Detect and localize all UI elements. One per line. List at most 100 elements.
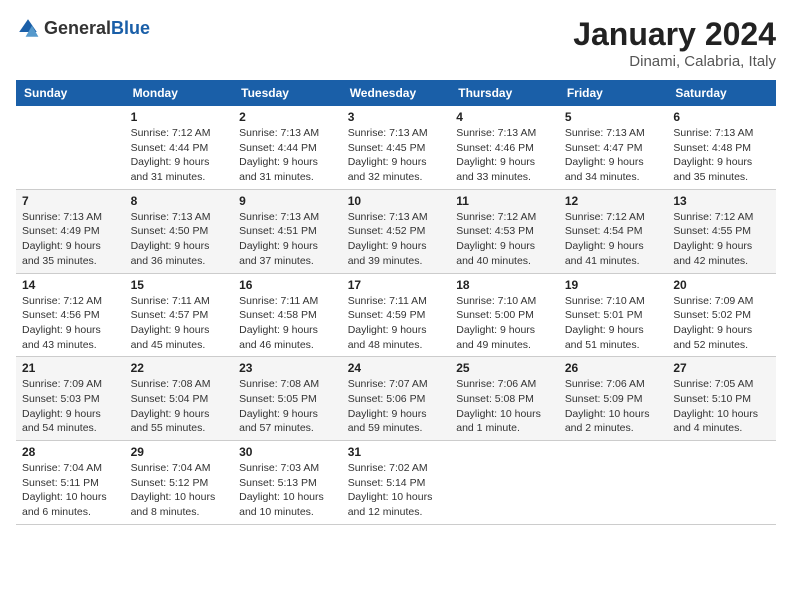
calendar-cell: 13 Sunrise: 7:12 AM Sunset: 4:55 PM Dayli… [667,189,776,273]
day-info: Sunrise: 7:12 AM Sunset: 4:44 PM Dayligh… [131,126,228,185]
day-number: 16 [239,278,336,292]
day-number: 28 [22,445,119,459]
weekday-header-friday: Friday [559,80,668,106]
calendar-cell [559,441,668,525]
weekday-header-saturday: Saturday [667,80,776,106]
day-info: Sunrise: 7:03 AM Sunset: 5:13 PM Dayligh… [239,461,336,520]
day-number: 17 [348,278,445,292]
day-info: Sunrise: 7:11 AM Sunset: 4:57 PM Dayligh… [131,294,228,353]
calendar-cell: 2Sunrise: 7:13 AM Sunset: 4:44 PM Daylig… [233,106,342,189]
calendar-table: SundayMondayTuesdayWednesdayThursdayFrid… [16,80,776,525]
weekday-header-tuesday: Tuesday [233,80,342,106]
calendar-cell: 28Sunrise: 7:04 AM Sunset: 5:11 PM Dayli… [16,441,125,525]
calendar-cell: 4 Sunrise: 7:13 AM Sunset: 4:46 PM Daylig… [450,106,559,189]
day-number: 31 [348,445,445,459]
day-info: Sunrise: 7:06 AM Sunset: 5:09 PM Dayligh… [565,377,662,436]
calendar-cell: 15 Sunrise: 7:11 AM Sunset: 4:57 PM Dayli… [125,273,234,357]
day-number: 8 [131,194,228,208]
day-info: Sunrise: 7:13 AM Sunset: 4:50 PM Dayligh… [131,210,228,269]
calendar-cell: 12 Sunrise: 7:12 AM Sunset: 4:54 PM Dayli… [559,189,668,273]
day-info: Sunrise: 7:09 AM Sunset: 5:02 PM Dayligh… [673,294,770,353]
calendar-week-row: 7 Sunrise: 7:13 AM Sunset: 4:49 PM Daylig… [16,189,776,273]
logo: GeneralBlue [16,16,150,40]
calendar-week-row: 1Sunrise: 7:12 AM Sunset: 4:44 PM Daylig… [16,106,776,189]
day-number: 30 [239,445,336,459]
calendar-cell: 11 Sunrise: 7:12 AM Sunset: 4:53 PM Dayli… [450,189,559,273]
day-number: 12 [565,194,662,208]
day-number: 2 [239,110,336,124]
calendar-cell: 23Sunrise: 7:08 AM Sunset: 5:05 PM Dayli… [233,357,342,441]
weekday-header-row: SundayMondayTuesdayWednesdayThursdayFrid… [16,80,776,106]
day-info: Sunrise: 7:09 AM Sunset: 5:03 PM Dayligh… [22,377,119,436]
weekday-header-wednesday: Wednesday [342,80,451,106]
location-subtitle: Dinami, Calabria, Italy [573,53,776,70]
day-number: 4 [456,110,553,124]
day-number: 29 [131,445,228,459]
day-number: 27 [673,361,770,375]
calendar-cell: 1Sunrise: 7:12 AM Sunset: 4:44 PM Daylig… [125,106,234,189]
calendar-cell [16,106,125,189]
calendar-cell: 8 Sunrise: 7:13 AM Sunset: 4:50 PM Daylig… [125,189,234,273]
calendar-cell: 21 Sunrise: 7:09 AM Sunset: 5:03 PM Dayli… [16,357,125,441]
calendar-cell: 5Sunrise: 7:13 AM Sunset: 4:47 PM Daylig… [559,106,668,189]
day-number: 26 [565,361,662,375]
calendar-cell: 18 Sunrise: 7:10 AM Sunset: 5:00 PM Dayli… [450,273,559,357]
day-number: 6 [673,110,770,124]
day-number: 22 [131,361,228,375]
day-number: 11 [456,194,553,208]
day-info: Sunrise: 7:07 AM Sunset: 5:06 PM Dayligh… [348,377,445,436]
calendar-cell: 29 Sunrise: 7:04 AM Sunset: 5:12 PM Dayli… [125,441,234,525]
day-info: Sunrise: 7:10 AM Sunset: 5:01 PM Dayligh… [565,294,662,353]
calendar-cell: 9 Sunrise: 7:13 AM Sunset: 4:51 PM Daylig… [233,189,342,273]
day-number: 15 [131,278,228,292]
day-number: 19 [565,278,662,292]
day-number: 21 [22,361,119,375]
calendar-cell: 16Sunrise: 7:11 AM Sunset: 4:58 PM Dayli… [233,273,342,357]
calendar-cell: 22Sunrise: 7:08 AM Sunset: 5:04 PM Dayli… [125,357,234,441]
logo-general: General [44,18,111,38]
day-number: 25 [456,361,553,375]
day-info: Sunrise: 7:13 AM Sunset: 4:45 PM Dayligh… [348,126,445,185]
day-info: Sunrise: 7:11 AM Sunset: 4:59 PM Dayligh… [348,294,445,353]
day-number: 18 [456,278,553,292]
day-info: Sunrise: 7:12 AM Sunset: 4:54 PM Dayligh… [565,210,662,269]
weekday-header-monday: Monday [125,80,234,106]
day-number: 7 [22,194,119,208]
calendar-cell: 26 Sunrise: 7:06 AM Sunset: 5:09 PM Dayli… [559,357,668,441]
calendar-cell [667,441,776,525]
day-number: 13 [673,194,770,208]
calendar-cell: 19 Sunrise: 7:10 AM Sunset: 5:01 PM Dayli… [559,273,668,357]
day-info: Sunrise: 7:06 AM Sunset: 5:08 PM Dayligh… [456,377,553,436]
weekday-header-sunday: Sunday [16,80,125,106]
day-number: 23 [239,361,336,375]
month-title: January 2024 [573,16,776,53]
day-info: Sunrise: 7:13 AM Sunset: 4:48 PM Dayligh… [673,126,770,185]
day-number: 20 [673,278,770,292]
day-info: Sunrise: 7:04 AM Sunset: 5:12 PM Dayligh… [131,461,228,520]
calendar-cell: 24 Sunrise: 7:07 AM Sunset: 5:06 PM Dayli… [342,357,451,441]
calendar-cell: 20 Sunrise: 7:09 AM Sunset: 5:02 PM Dayli… [667,273,776,357]
calendar-body: 1Sunrise: 7:12 AM Sunset: 4:44 PM Daylig… [16,106,776,524]
logo-icon [16,16,40,40]
day-number: 24 [348,361,445,375]
calendar-cell: 30 Sunrise: 7:03 AM Sunset: 5:13 PM Dayli… [233,441,342,525]
calendar-week-row: 14 Sunrise: 7:12 AM Sunset: 4:56 PM Dayli… [16,273,776,357]
day-info: Sunrise: 7:13 AM Sunset: 4:51 PM Dayligh… [239,210,336,269]
day-number: 14 [22,278,119,292]
day-info: Sunrise: 7:13 AM Sunset: 4:49 PM Dayligh… [22,210,119,269]
title-block: January 2024 Dinami, Calabria, Italy [573,16,776,70]
page-header: GeneralBlue January 2024 Dinami, Calabri… [16,16,776,70]
day-info: Sunrise: 7:12 AM Sunset: 4:55 PM Dayligh… [673,210,770,269]
day-info: Sunrise: 7:13 AM Sunset: 4:47 PM Dayligh… [565,126,662,185]
calendar-week-row: 28Sunrise: 7:04 AM Sunset: 5:11 PM Dayli… [16,441,776,525]
day-info: Sunrise: 7:10 AM Sunset: 5:00 PM Dayligh… [456,294,553,353]
calendar-cell: 17 Sunrise: 7:11 AM Sunset: 4:59 PM Dayli… [342,273,451,357]
day-info: Sunrise: 7:13 AM Sunset: 4:46 PM Dayligh… [456,126,553,185]
day-number: 10 [348,194,445,208]
day-info: Sunrise: 7:12 AM Sunset: 4:56 PM Dayligh… [22,294,119,353]
day-info: Sunrise: 7:12 AM Sunset: 4:53 PM Dayligh… [456,210,553,269]
calendar-cell: 14 Sunrise: 7:12 AM Sunset: 4:56 PM Dayli… [16,273,125,357]
calendar-cell: 7 Sunrise: 7:13 AM Sunset: 4:49 PM Daylig… [16,189,125,273]
day-number: 9 [239,194,336,208]
day-info: Sunrise: 7:05 AM Sunset: 5:10 PM Dayligh… [673,377,770,436]
